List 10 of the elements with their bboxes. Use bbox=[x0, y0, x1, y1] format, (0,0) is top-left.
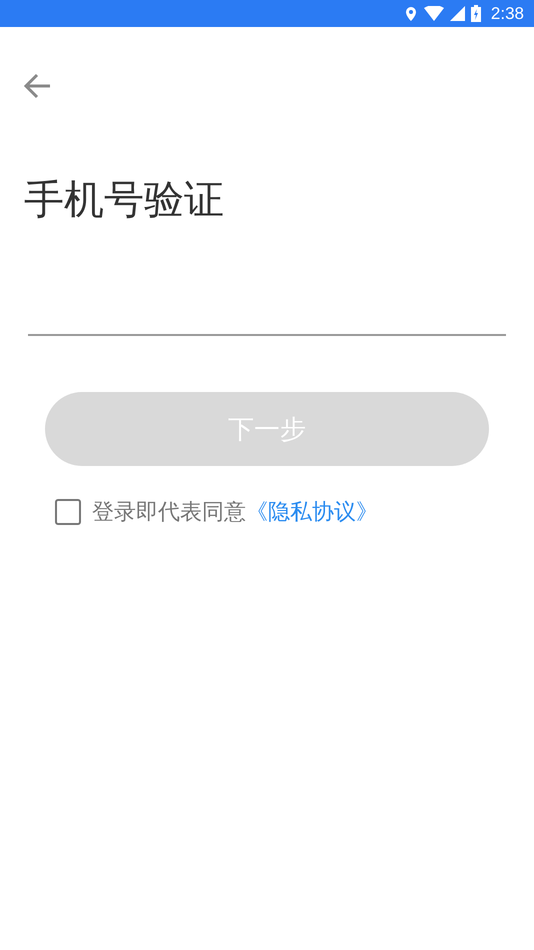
page-title: 手机号验证 bbox=[24, 176, 225, 224]
back-arrow-icon[interactable] bbox=[22, 72, 52, 100]
wifi-icon bbox=[424, 6, 444, 21]
status-time: 2:38 bbox=[490, 4, 524, 24]
battery-icon bbox=[470, 5, 481, 22]
location-icon bbox=[404, 6, 418, 22]
signal-icon bbox=[450, 6, 465, 21]
agreement-checkbox[interactable] bbox=[55, 499, 81, 525]
privacy-policy-link[interactable]: 《隐私协议》 bbox=[246, 500, 378, 525]
agreement-text: 登录即代表同意《隐私协议》 bbox=[92, 499, 378, 527]
